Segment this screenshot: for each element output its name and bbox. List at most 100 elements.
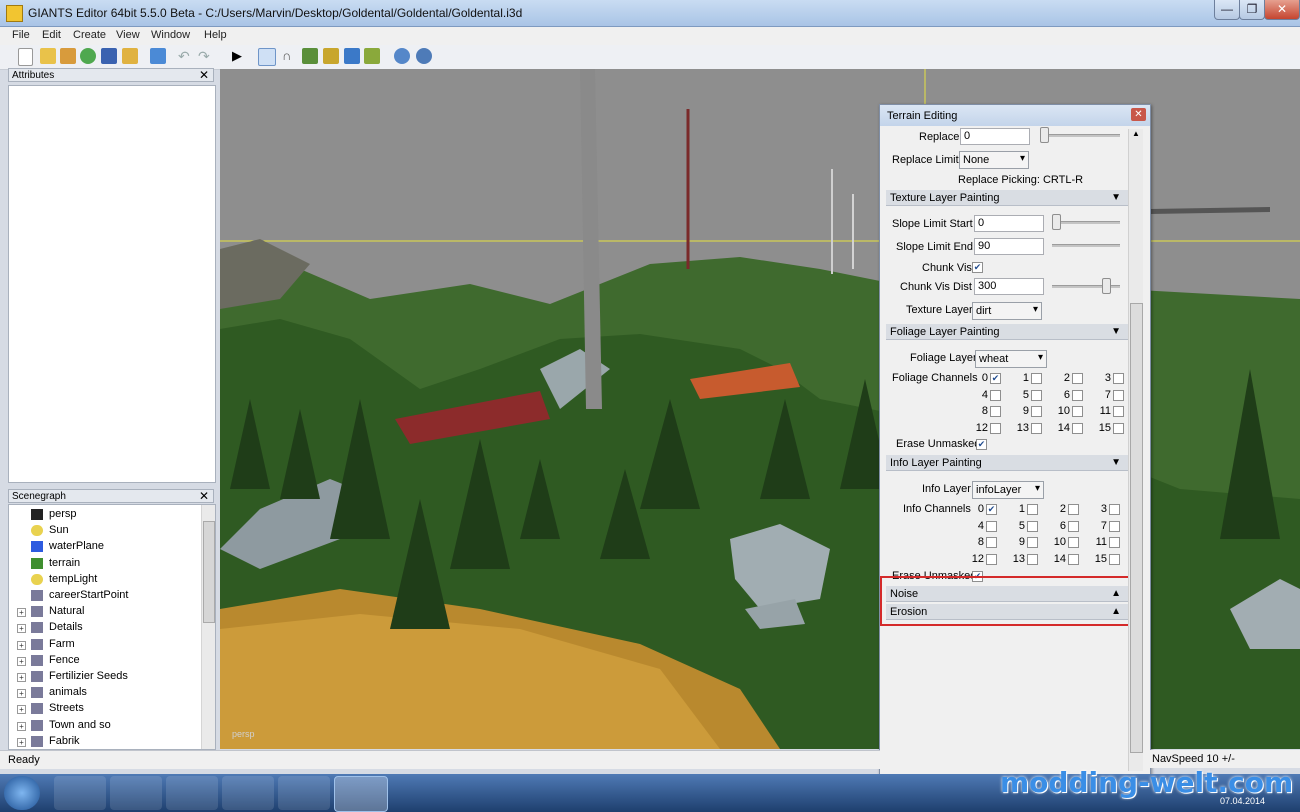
tree-item[interactable]: + Fabrik <box>9 734 199 749</box>
info-channel-checkbox[interactable]: ✔ <box>986 504 997 515</box>
minimize-button[interactable]: — <box>1214 0 1240 20</box>
tree-item[interactable]: + Streets <box>9 701 199 717</box>
redo-icon[interactable]: ↷ <box>198 48 214 64</box>
info-channel-checkbox[interactable] <box>1027 504 1038 515</box>
info-layer-select[interactable]: infoLayer <box>972 481 1044 499</box>
edit-icon[interactable] <box>60 48 76 64</box>
expand-icon[interactable]: + <box>17 656 26 666</box>
foliage-channel-checkbox[interactable] <box>1072 373 1083 384</box>
foliage-channel-checkbox[interactable] <box>1113 389 1124 401</box>
foliage-channel-checkbox[interactable] <box>990 406 1001 417</box>
replace-slider-knob[interactable] <box>1040 127 1049 143</box>
foliage-channel-checkbox[interactable] <box>1031 373 1042 384</box>
select-icon[interactable] <box>258 48 276 66</box>
scrollbar-thumb[interactable] <box>1130 303 1143 753</box>
info-channel-checkbox[interactable] <box>1027 537 1038 548</box>
slope-start-slider[interactable] <box>1052 221 1120 224</box>
new-icon[interactable] <box>18 48 33 66</box>
foliage-channel-checkbox[interactable] <box>1031 406 1042 417</box>
expand-icon[interactable]: + <box>17 737 26 747</box>
foliage-channel-checkbox[interactable] <box>1072 406 1083 417</box>
expand-icon[interactable]: + <box>17 608 26 618</box>
chunk-vis-checkbox[interactable]: ✔ <box>972 262 983 273</box>
erase-unmasked-checkbox[interactable]: ✔ <box>976 439 987 450</box>
menu-view[interactable]: View <box>116 29 140 41</box>
menu-file[interactable]: File <box>12 29 30 41</box>
tree-item[interactable]: persp <box>9 507 199 523</box>
foliage-channel-checkbox[interactable] <box>1072 422 1083 434</box>
foliage-channel-checkbox[interactable] <box>1113 406 1124 417</box>
slope-end-input[interactable]: 90 <box>974 238 1044 255</box>
tree-item[interactable]: careerStartPoint <box>9 588 199 604</box>
info-channel-checkbox[interactable] <box>1068 553 1079 565</box>
undo-icon[interactable]: ↶ <box>178 48 194 64</box>
tree-item[interactable]: + Details <box>9 620 199 636</box>
info-channel-checkbox[interactable] <box>1068 520 1079 532</box>
info-channel-checkbox[interactable] <box>1027 553 1038 565</box>
info-channel-checkbox[interactable] <box>1068 504 1079 515</box>
refresh-icon[interactable] <box>80 48 96 64</box>
menu-help[interactable]: Help <box>204 29 227 41</box>
info-channel-checkbox[interactable] <box>1027 520 1038 532</box>
tree-item[interactable]: + animals <box>9 685 199 701</box>
info-channel-checkbox[interactable] <box>986 520 997 532</box>
giants-editor-icon[interactable] <box>334 776 388 812</box>
close-icon[interactable]: ✕ <box>199 489 209 503</box>
steam-icon[interactable] <box>222 776 274 810</box>
tree-item[interactable]: + Town and so <box>9 718 199 734</box>
tree-item[interactable]: + Fertilizier Seeds <box>9 669 199 685</box>
close-icon[interactable]: ✕ <box>199 68 209 82</box>
windows-start-icon[interactable] <box>4 776 40 810</box>
tree-item[interactable]: + Fence <box>9 653 199 669</box>
slope-start-input[interactable]: 0 <box>974 215 1044 232</box>
play-icon[interactable]: ▶ <box>232 48 248 64</box>
slope-start-knob[interactable] <box>1052 214 1061 230</box>
close-button[interactable]: ✕ <box>1264 0 1300 20</box>
foliage-layer-section[interactable]: Foliage Layer Painting ▼ <box>886 324 1129 340</box>
info-layer-section[interactable]: Info Layer Painting ▼ <box>886 455 1129 471</box>
expand-icon[interactable]: + <box>17 624 26 634</box>
info-channel-checkbox[interactable] <box>1109 504 1120 515</box>
texture-layer-section[interactable]: Texture Layer Painting ▼ <box>886 190 1129 206</box>
replace-slider[interactable] <box>1040 134 1120 137</box>
foliage-channel-checkbox[interactable] <box>1031 389 1042 401</box>
foliage-channel-checkbox[interactable] <box>1072 389 1083 401</box>
terrain-panel-scrollbar[interactable]: ▲ <box>1128 129 1143 771</box>
scroll-up-icon[interactable]: ▲ <box>1130 129 1142 141</box>
explorer-icon[interactable] <box>110 776 162 810</box>
slope-end-slider[interactable] <box>1052 244 1120 247</box>
foliage-channel-checkbox[interactable]: ✔ <box>990 373 1001 384</box>
info-channel-checkbox[interactable] <box>1109 537 1120 548</box>
expand-icon[interactable]: + <box>17 689 26 699</box>
foliage-layer-select[interactable]: wheat <box>975 350 1047 368</box>
tree-item[interactable]: waterPlane <box>9 539 199 555</box>
chrome-icon[interactable] <box>166 776 218 810</box>
expand-icon[interactable]: + <box>17 705 26 715</box>
replace-limit-select[interactable]: None <box>959 151 1029 169</box>
settings2-icon[interactable] <box>416 48 432 64</box>
expand-icon[interactable]: + <box>17 640 26 650</box>
menu-edit[interactable]: Edit <box>42 29 61 41</box>
scenegraph-scrollbar[interactable] <box>201 505 215 749</box>
media-player-icon[interactable] <box>54 776 106 810</box>
tree-item[interactable]: + Farm <box>9 637 199 653</box>
chunk-vis-dist-input[interactable]: 300 <box>974 278 1044 295</box>
info-channel-checkbox[interactable] <box>1109 553 1120 565</box>
foliage-channel-checkbox[interactable] <box>1113 373 1124 384</box>
tree-item[interactable]: + Natural <box>9 604 199 620</box>
maximize-button[interactable]: ❐ <box>1239 0 1265 20</box>
scrollbar-thumb[interactable] <box>203 521 215 623</box>
tree-icon[interactable] <box>364 48 380 64</box>
terrain-sculpt-icon[interactable] <box>302 48 318 64</box>
open-icon[interactable] <box>40 48 56 64</box>
expand-icon[interactable]: + <box>17 721 26 731</box>
magnet-icon[interactable]: ∩ <box>282 48 298 64</box>
save-icon[interactable] <box>101 48 117 64</box>
settings-icon[interactable] <box>394 48 410 64</box>
import-icon[interactable] <box>122 48 138 64</box>
foliage-icon[interactable] <box>344 48 360 64</box>
info-channel-checkbox[interactable] <box>986 537 997 548</box>
foliage-channel-checkbox[interactable] <box>1113 422 1124 434</box>
menu-create[interactable]: Create <box>73 29 106 41</box>
tree-item[interactable]: Sun <box>9 523 199 539</box>
